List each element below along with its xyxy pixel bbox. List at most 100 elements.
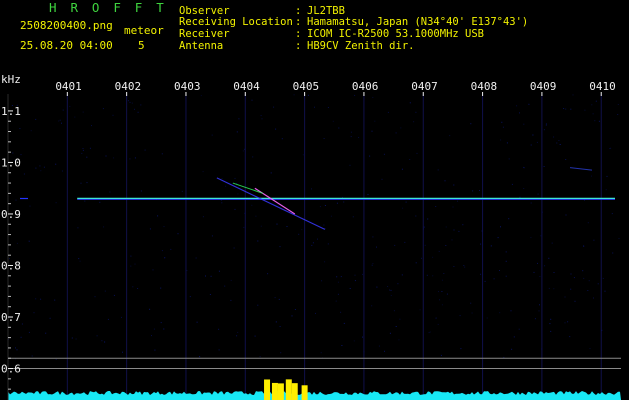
noise-dot (254, 335, 256, 337)
noise-dot (583, 277, 585, 279)
noise-dot (211, 235, 213, 237)
noise-dot (337, 293, 339, 295)
x-tick-label: 0406 (352, 80, 379, 93)
noise-dot (424, 244, 426, 246)
noise-dot (419, 309, 421, 311)
noise-dot (61, 170, 63, 172)
noise-dot (81, 152, 83, 154)
noise-dot (31, 355, 33, 357)
noise-dot (352, 216, 354, 218)
noise-dot (91, 125, 92, 127)
noise-dot (567, 321, 569, 323)
noise-dot (564, 296, 566, 298)
noise-dot (381, 178, 383, 180)
noise-dot (480, 273, 482, 275)
noise-dot (553, 272, 555, 273)
noise-dot (137, 288, 139, 289)
noise-dot (23, 173, 25, 175)
noise-dot (409, 102, 411, 104)
noise-dot (470, 302, 472, 304)
noise-dot (336, 202, 338, 204)
noise-dot (75, 338, 77, 340)
noise-dot (389, 332, 391, 334)
noise-dot (89, 147, 91, 149)
noise-dot (252, 156, 254, 158)
noise-dot (341, 345, 343, 346)
spectrum-band (8, 357, 621, 400)
noise-dot (140, 104, 142, 106)
noise-dot (332, 120, 334, 122)
noise-dot (29, 205, 31, 207)
noise-dot (28, 331, 30, 333)
noise-dot (588, 280, 590, 282)
antenna-label: Antenna (179, 40, 224, 52)
x-tick-label: 0405 (293, 80, 320, 93)
noise-dot (224, 285, 226, 287)
noise-dot (20, 336, 22, 338)
noise-dot (446, 293, 448, 295)
app-title: H R O F F T (49, 0, 167, 15)
noise-dot (435, 206, 437, 207)
faint-echo (569, 167, 593, 171)
noise-dot (362, 273, 363, 275)
noise-dot (445, 245, 447, 246)
noise-dot (445, 226, 447, 228)
noise-dot (597, 283, 599, 285)
noise-dot (255, 215, 257, 217)
noise-dot (444, 180, 446, 182)
noise-dot (532, 134, 534, 136)
noise-dot (354, 274, 356, 276)
noise-dot (459, 315, 461, 317)
x-tick-label: 0408 (471, 80, 498, 93)
noise-dot (353, 340, 355, 342)
noise-dot (233, 247, 235, 249)
noise-dot (343, 322, 345, 324)
noise-dot (96, 335, 98, 337)
noise-dot (617, 114, 619, 115)
noise-dot (564, 322, 566, 324)
detection-count: 5 (138, 39, 145, 52)
noise-dot (523, 123, 525, 125)
noise-dot (218, 349, 220, 351)
noise-dot (550, 318, 552, 320)
noise-dot (324, 205, 326, 206)
x-tick-label: 0401 (55, 80, 82, 93)
noise-dot (113, 157, 115, 159)
noise-dot (82, 111, 84, 113)
noise-dot (518, 328, 520, 330)
noise-dot (432, 275, 434, 277)
meteor-echo-head (254, 187, 296, 215)
noise-dot (463, 265, 465, 266)
noise-dot (399, 318, 401, 320)
noise-dot (340, 311, 342, 313)
noise-dot (602, 277, 604, 279)
noise-dot (409, 159, 411, 160)
noise-dot (523, 167, 525, 169)
noise-dot (195, 257, 197, 259)
noise-dot (376, 286, 378, 288)
noise-dot (511, 348, 513, 350)
noise-dot (131, 102, 133, 104)
noise-dot (202, 216, 204, 218)
noise-dot (398, 339, 400, 341)
noise-dot (82, 149, 84, 151)
noise-dot (604, 290, 606, 292)
noise-dot (610, 147, 612, 149)
noise-dot (606, 175, 608, 177)
noise-dot (61, 122, 62, 124)
noise-dot (205, 275, 206, 277)
noise-dot (140, 190, 142, 192)
noise-dot (415, 262, 417, 264)
noise-dot (107, 318, 109, 320)
noise-dot (314, 106, 315, 108)
noise-dot (33, 312, 35, 314)
noise-dot (105, 155, 107, 157)
noise-dot (376, 246, 377, 248)
noise-dot (134, 263, 136, 265)
noise-dot (533, 271, 535, 273)
noise-dot (378, 345, 380, 347)
noise-dot (460, 348, 462, 350)
signal-traces (20, 167, 615, 230)
noise-dot (275, 321, 277, 323)
noise-dot (565, 108, 567, 110)
